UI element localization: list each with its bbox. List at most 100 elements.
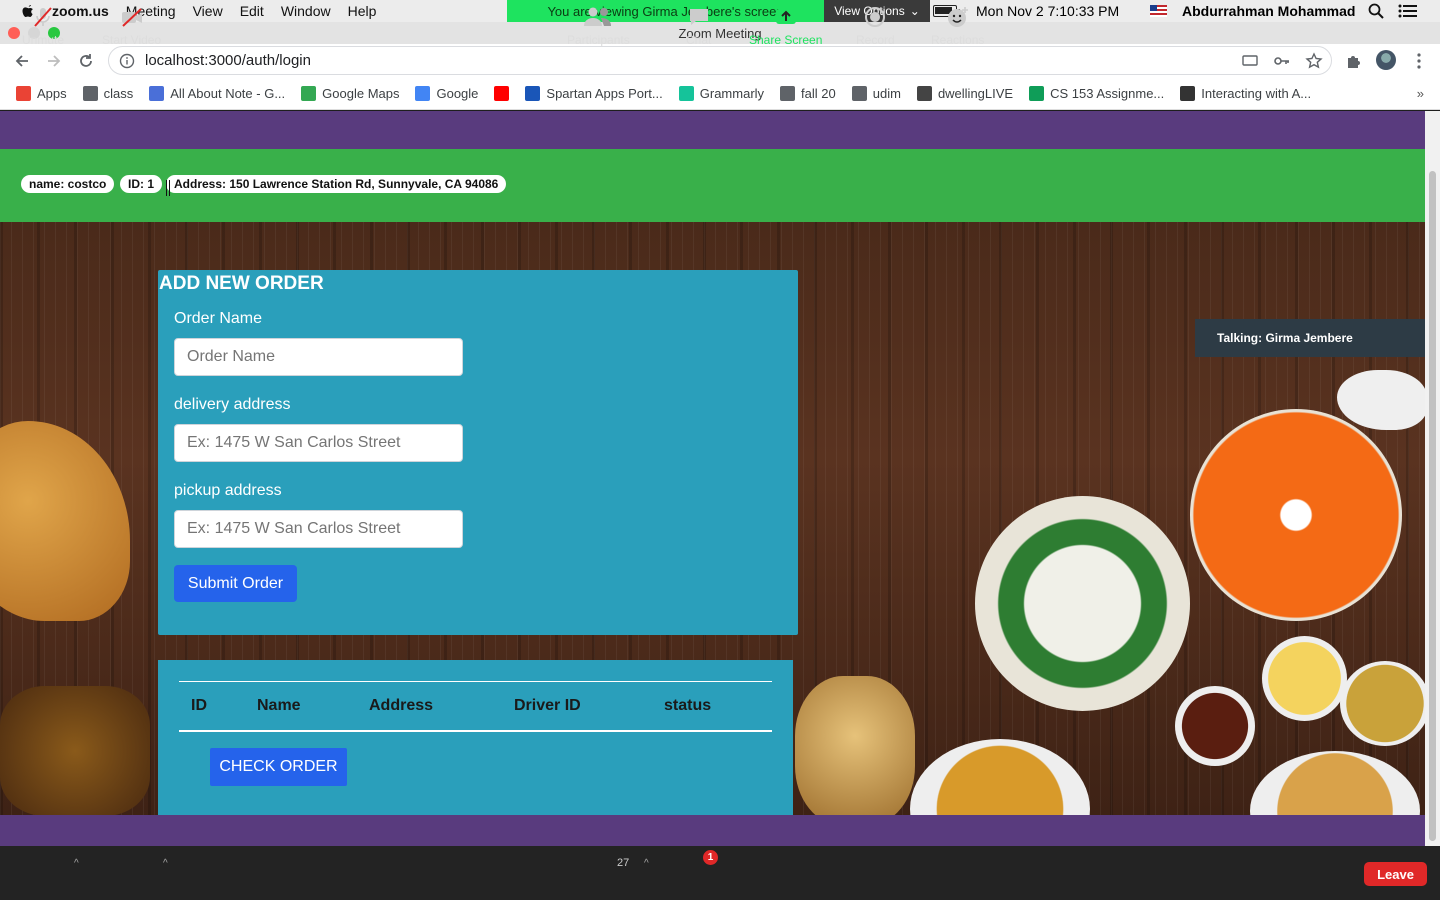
unmute-button[interactable]: Unmute <box>22 6 64 47</box>
menu-view[interactable]: View <box>193 3 223 19</box>
delivery-address-input[interactable] <box>174 424 463 462</box>
bookmark-favicon-icon <box>1029 86 1045 101</box>
smiley-plus-icon <box>947 7 968 27</box>
bookmark-item[interactable]: Spartan Apps Port... <box>525 86 663 101</box>
url-text[interactable]: localhost:3000/auth/login <box>145 52 311 69</box>
reload-icon[interactable] <box>77 52 95 70</box>
chevron-down-icon: ⌄ <box>909 4 920 18</box>
bookmark-favicon-icon <box>1180 86 1196 101</box>
table-header-border <box>179 730 772 732</box>
bookmark-label: Grammarly <box>699 86 765 101</box>
star-bookmark-icon[interactable] <box>1305 52 1323 70</box>
bookmark-favicon-icon <box>16 86 31 101</box>
share-screen-arrow-icon <box>775 9 796 24</box>
bookmark-favicon-icon <box>851 86 867 101</box>
participant-count: 27 <box>617 857 630 869</box>
cast-icon[interactable] <box>1241 52 1259 70</box>
header-driver-id: Driver ID <box>514 697 581 714</box>
bookmarks-overflow-icon[interactable]: » <box>1417 86 1424 101</box>
participants-options-caret-icon[interactable]: ^ <box>644 858 649 869</box>
bookmark-item[interactable]: dwellingLIVE <box>916 86 1013 101</box>
idli-plate-image <box>975 496 1190 711</box>
reactions-label: Reactions <box>931 33 985 47</box>
header-id: ID <box>191 697 207 714</box>
chat-unread-badge: 1 <box>703 850 718 865</box>
reactions-button[interactable]: Reactions <box>931 6 984 47</box>
bottom-band <box>0 815 1425 846</box>
participants-button[interactable]: Participants <box>567 6 630 47</box>
forward-arrow-icon[interactable] <box>45 52 63 70</box>
key-icon[interactable] <box>1273 52 1291 70</box>
unmute-label: Unmute <box>22 33 65 47</box>
audio-options-caret-icon[interactable]: ^ <box>74 858 79 869</box>
spotlight-search-icon[interactable] <box>1368 3 1384 19</box>
bookmark-item[interactable] <box>494 86 510 101</box>
pickup-address-input[interactable] <box>174 510 463 548</box>
order-name-label: Order Name <box>174 310 263 327</box>
youtube-icon <box>494 86 510 101</box>
bookmark-label: CS 153 Assignme... <box>1050 86 1165 101</box>
control-center-icon[interactable] <box>1398 4 1418 18</box>
delivery-address-label: delivery address <box>174 396 291 413</box>
record-label: Record <box>856 33 895 47</box>
muted-microphone-icon <box>34 7 52 27</box>
header-address: Address <box>369 697 434 714</box>
order-name-input[interactable] <box>174 338 463 376</box>
scroll-thumb[interactable] <box>1429 171 1436 841</box>
bookmark-item[interactable]: Interacting with A... <box>1180 86 1311 101</box>
bookmark-item[interactable]: Apps <box>16 86 67 101</box>
bookmarks-bar: Apps class All About Note - G... Google Map… <box>0 78 1440 110</box>
pineapple-bowl-image <box>1262 636 1347 721</box>
profile-avatar[interactable] <box>1376 50 1396 70</box>
bookmark-label: Google <box>436 86 479 101</box>
header-name: Name <box>257 697 301 714</box>
bookmark-label: Spartan Apps Port... <box>546 86 663 101</box>
bookmark-item[interactable]: udim <box>851 86 901 101</box>
chat-label: Chat <box>686 33 712 47</box>
chat-bubble-icon <box>689 9 708 25</box>
check-order-button[interactable]: CHECK ORDER <box>210 748 347 786</box>
back-arrow-icon[interactable] <box>13 52 31 70</box>
start-video-label: Start Video <box>102 33 162 47</box>
bookmark-item[interactable]: Google <box>415 86 478 101</box>
menu-edit[interactable]: Edit <box>240 3 264 19</box>
pickup-address-label: pickup address <box>174 482 282 499</box>
bookmark-item[interactable]: class <box>82 86 133 101</box>
bookmark-favicon-icon <box>525 86 541 101</box>
share-screen-label: Share Screen <box>749 33 823 47</box>
more-menu-icon[interactable] <box>1410 52 1428 70</box>
record-button[interactable]: Record <box>856 6 895 47</box>
submit-order-button[interactable]: Submit Order <box>174 565 297 602</box>
start-video-button[interactable]: Start Video <box>102 6 161 47</box>
top-nav-band <box>0 111 1425 149</box>
leave-meeting-button[interactable]: Leave <box>1364 862 1427 886</box>
bookmark-item[interactable]: CS 153 Assignme... <box>1029 86 1164 101</box>
chickpea-bowl-image <box>1340 661 1425 746</box>
text-cursor-icon <box>166 180 170 196</box>
bookmark-favicon-icon <box>780 86 796 101</box>
bookmark-item[interactable]: Grammarly <box>678 86 765 101</box>
menu-clock[interactable]: Mon Nov 2 7:10:33 PM <box>976 3 1119 19</box>
participants-icon <box>584 7 612 26</box>
info-icon[interactable] <box>119 53 135 69</box>
address-bar[interactable]: localhost:3000/auth/login <box>108 46 1332 75</box>
bookmark-favicon-icon <box>301 86 317 101</box>
video-options-caret-icon[interactable]: ^ <box>163 858 168 869</box>
bookmark-favicon-icon <box>415 86 431 101</box>
page-scrollbar[interactable] <box>1425 111 1440 846</box>
bookmark-favicon-icon <box>149 86 165 101</box>
menu-help[interactable]: Help <box>348 3 377 19</box>
chat-button[interactable]: Chat <box>686 6 711 47</box>
menu-window[interactable]: Window <box>281 3 331 19</box>
extensions-puzzle-icon[interactable] <box>1345 52 1363 70</box>
menu-user-name[interactable]: Abdurrahman Mohammad <box>1182 3 1355 19</box>
close-window-icon[interactable] <box>8 27 20 39</box>
us-flag-input-icon[interactable] <box>1150 5 1167 17</box>
bookmark-item[interactable]: Google Maps <box>301 86 399 101</box>
bookmark-item[interactable]: fall 20 <box>780 86 836 101</box>
share-screen-button[interactable]: Share Screen <box>749 6 822 47</box>
active-speaker-indicator: Talking: Girma Jembere <box>1195 319 1440 357</box>
bookmark-item[interactable]: All About Note - G... <box>149 86 285 101</box>
zoom-control-bar <box>0 846 1440 900</box>
zoom-window-title: Zoom Meeting <box>0 22 1440 44</box>
